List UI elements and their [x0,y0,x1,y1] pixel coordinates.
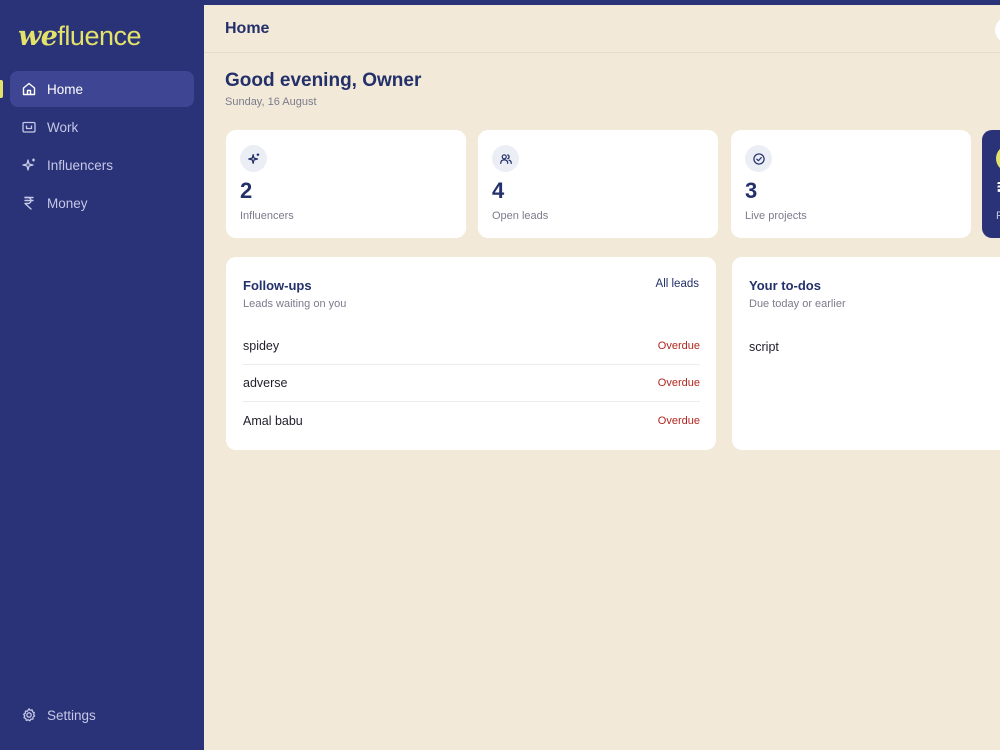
list-item[interactable]: Amal babu Overdue [243,402,700,439]
panel-subtitle: Due today or earlier [749,298,846,310]
followups-panel: Follow-ups Leads waiting on you All lead… [226,257,716,450]
sidebar-item-label: Settings [47,707,96,723]
stat-value: 3 [745,178,758,203]
todo-item[interactable]: script [749,328,779,365]
stat-card-live-projects[interactable]: 3 Live projects [731,130,971,238]
active-indicator [0,80,3,98]
stat-value: ₹ [996,178,1000,204]
status-badge: Overdue [657,414,700,427]
panel-title: Your to-dos [749,278,821,293]
sidebar-item-label: Influencers [47,157,114,173]
sidebar-nav: Home Work Influencers Money [10,71,194,223]
sidebar-item-work[interactable]: Work [10,109,194,145]
sidebar-item-money[interactable]: Money [10,185,194,221]
panel-title: Follow-ups [243,278,312,293]
stat-card-open-leads[interactable]: 4 Open leads [478,130,718,238]
todos-panel: Your to-dos Due today or earlier script [732,257,1000,450]
lead-name: spidey [243,339,280,353]
check-circle-icon [745,145,772,172]
stat-label: P [996,210,1000,222]
stat-card-money[interactable]: ₹ P [982,130,1000,238]
sidebar-item-label: Home [47,81,84,97]
sidebar-item-label: Work [47,119,79,135]
greeting-date: Sunday, 16 August [225,96,317,108]
lead-name: Amal babu [243,413,303,428]
folder-icon [21,119,37,135]
list-item[interactable]: adverse Overdue [243,365,700,402]
panel-subtitle: Leads waiting on you [243,298,347,310]
lead-name: adverse [243,376,288,390]
stat-value: 4 [492,178,505,203]
stat-card-influencers[interactable]: 2 Influencers [226,130,466,238]
stat-label: Open leads [492,210,549,222]
list-item[interactable]: spidey Overdue [243,328,700,365]
status-badge: Overdue [657,340,700,352]
followups-list: spidey Overdue adverse Overdue Amal babu… [243,328,700,439]
sidebar-item-home[interactable]: Home [10,71,194,107]
app-logo[interactable]: wefluence [18,20,141,53]
users-icon [492,145,519,172]
stat-label: Live projects [745,210,807,222]
sidebar-item-label: Money [47,195,88,211]
coin-icon [996,145,1000,172]
sparkles-icon [240,145,267,172]
sparkles-icon [21,157,37,173]
stat-value: 2 [240,178,253,203]
sidebar: wefluence Home Work Influencers Money Se… [0,0,204,750]
avatar[interactable] [995,17,1000,43]
sidebar-item-influencers[interactable]: Influencers [10,147,194,183]
sidebar-item-settings[interactable]: Settings [10,697,194,733]
page-header: Home [204,5,1000,53]
settings-area: Settings [10,697,194,735]
status-badge: Overdue [657,377,700,389]
greeting-title: Good evening, Owner [225,70,422,91]
gear-icon [21,707,37,723]
page-title: Home [225,20,270,37]
rupee-icon [21,195,37,211]
all-leads-link[interactable]: All leads [656,278,699,290]
home-icon [21,81,37,97]
stat-label: Influencers [240,210,294,222]
